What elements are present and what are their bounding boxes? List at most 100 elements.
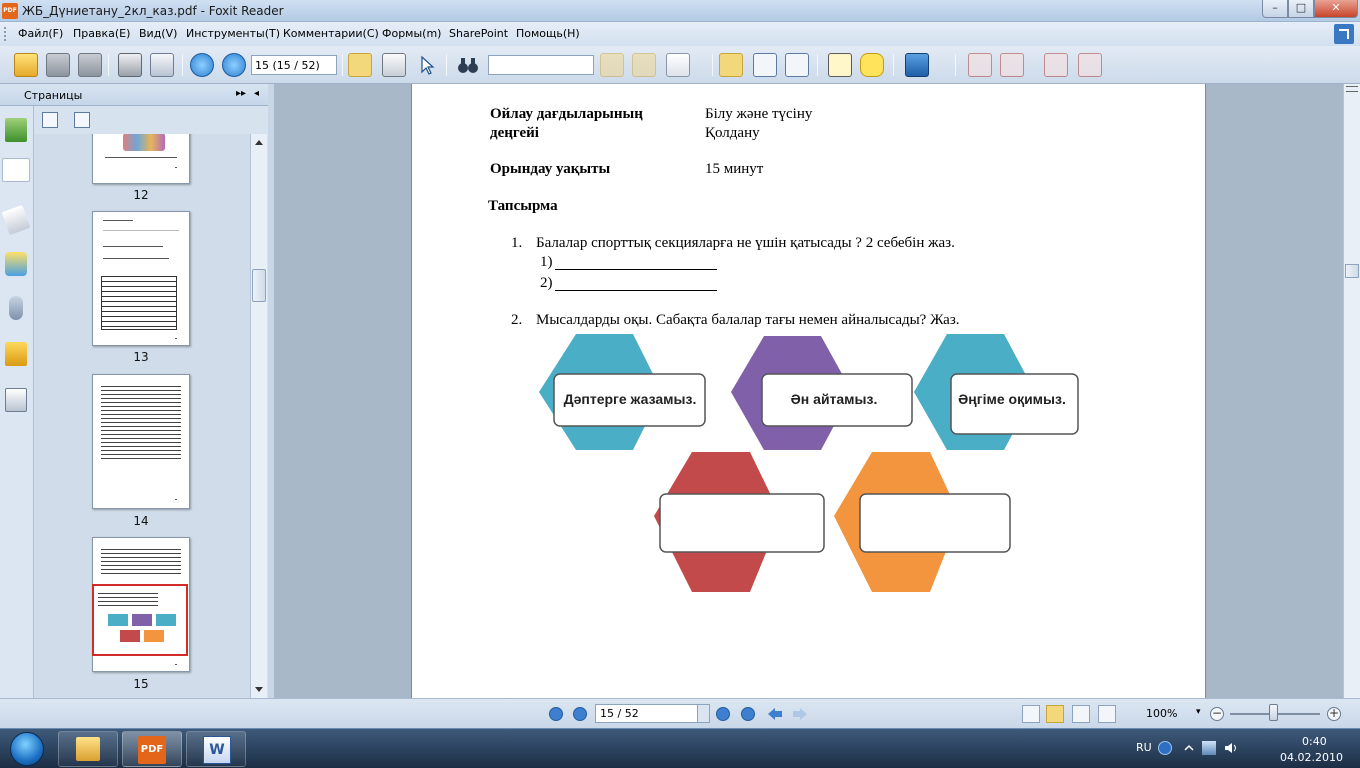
single-page-layout-icon[interactable] xyxy=(1022,705,1040,723)
zoom-slider-handle[interactable] xyxy=(1269,704,1278,721)
taskbar-word[interactable]: W xyxy=(186,731,246,767)
thumbnail-page-12[interactable] xyxy=(92,134,190,184)
enlarge-thumbnails-icon[interactable] xyxy=(42,112,58,128)
status-page-selector[interactable]: 15 / 52 xyxy=(595,704,710,723)
start-button[interactable] xyxy=(2,730,54,768)
menu-tools[interactable]: Инструменты(T) xyxy=(186,27,280,40)
actual-size-icon[interactable] xyxy=(719,53,743,77)
note-icon[interactable] xyxy=(860,53,884,77)
continuous-layout-icon[interactable] xyxy=(1046,705,1064,723)
foxit-app-icon[interactable]: PDF xyxy=(2,3,18,19)
scroll-up-arrow-icon[interactable] xyxy=(255,140,263,145)
panel-collapse-button[interactable]: ◂ xyxy=(254,88,259,99)
document-view[interactable]: Ойлау дағдыларының деңгейі Білу және түс… xyxy=(274,84,1343,698)
save-as-icon[interactable] xyxy=(78,53,102,77)
find-input[interactable] xyxy=(488,55,594,75)
system-tray: RU 0:40 04.02.2010 xyxy=(1130,729,1360,768)
find-previous-icon[interactable] xyxy=(600,53,624,77)
word-icon: W xyxy=(203,736,231,764)
toolbar-separator xyxy=(342,54,343,76)
flag-icon[interactable] xyxy=(1202,741,1216,755)
last-page-icon[interactable] xyxy=(741,707,755,721)
thumbnail-page-14[interactable] xyxy=(92,374,190,509)
zoom-in-button[interactable]: + xyxy=(1327,707,1341,721)
chevron-down-icon[interactable] xyxy=(697,705,709,722)
maximize-button[interactable]: □ xyxy=(1288,0,1314,18)
split-view-handle[interactable] xyxy=(1346,86,1358,92)
volume-icon[interactable] xyxy=(1224,741,1238,755)
security-lock-icon[interactable] xyxy=(5,342,27,366)
language-indicator[interactable]: RU xyxy=(1136,741,1152,754)
restore-corner-icon[interactable] xyxy=(1334,24,1354,44)
toolbar-separator xyxy=(182,54,183,76)
next-page-icon[interactable] xyxy=(716,707,730,721)
continuous-facing-layout-icon[interactable] xyxy=(1098,705,1116,723)
pdf-combine-icon[interactable] xyxy=(1078,53,1102,77)
binoculars-icon[interactable] xyxy=(456,53,480,77)
panel-expand-button[interactable]: ▸▸ xyxy=(236,88,246,99)
menu-comments[interactable]: Комментарии(C) xyxy=(283,27,379,40)
typewriter-icon[interactable] xyxy=(666,53,690,77)
scrollbar-thumb[interactable] xyxy=(1345,264,1359,278)
text-tool-icon[interactable] xyxy=(828,53,852,77)
comments-icon[interactable] xyxy=(5,252,27,276)
pdf-export-icon[interactable] xyxy=(1044,53,1068,77)
layers-icon[interactable] xyxy=(1,204,31,236)
zoom-dropdown-icon[interactable]: ▾ xyxy=(1196,707,1201,717)
fit-width-icon[interactable] xyxy=(785,53,809,77)
toolbar: 15 (15 / 52) xyxy=(0,46,1360,84)
scroll-down-arrow-icon[interactable] xyxy=(255,687,263,692)
thumbnail-label: 13 xyxy=(133,350,149,364)
facing-layout-icon[interactable] xyxy=(1072,705,1090,723)
clock-date[interactable]: 04.02.2010 xyxy=(1280,751,1343,764)
print-icon[interactable] xyxy=(118,53,142,77)
taskbar-explorer[interactable] xyxy=(58,731,118,767)
document-scrollbar[interactable] xyxy=(1343,84,1360,698)
open-folder-icon[interactable] xyxy=(14,53,38,77)
go-forward-icon[interactable] xyxy=(792,707,808,721)
show-hidden-icons-icon[interactable] xyxy=(1182,741,1196,755)
taskbar-foxit-reader[interactable]: PDF xyxy=(122,731,182,767)
help-icon[interactable] xyxy=(1158,741,1172,755)
thumbnail-scrollbar[interactable] xyxy=(250,134,267,698)
go-back-icon[interactable] xyxy=(767,707,783,721)
menu-help[interactable]: Помощь(H) xyxy=(516,27,580,40)
fit-page-icon[interactable] xyxy=(753,53,777,77)
zoom-out-button[interactable]: − xyxy=(1210,707,1224,721)
menu-bar: Файл(F) Правка(E) Вид(V) Инструменты(T) … xyxy=(0,22,1360,46)
pdf-convert-icon[interactable] xyxy=(1000,53,1024,77)
previous-page-icon[interactable] xyxy=(190,53,214,77)
first-page-icon[interactable] xyxy=(549,707,563,721)
select-arrow-icon[interactable] xyxy=(414,53,438,77)
menu-grip xyxy=(4,27,7,41)
previous-page-icon[interactable] xyxy=(573,707,587,721)
menu-edit[interactable]: Правка(E) xyxy=(73,27,130,40)
clock-time[interactable]: 0:40 xyxy=(1302,735,1327,748)
close-button[interactable]: ✕ xyxy=(1314,0,1358,18)
email-icon[interactable] xyxy=(150,53,174,77)
thumbnail-page-15[interactable] xyxy=(92,537,190,672)
link-tool-icon[interactable] xyxy=(905,53,929,77)
next-page-icon[interactable] xyxy=(222,53,246,77)
select-text-icon[interactable] xyxy=(382,53,406,77)
toolbar-separator xyxy=(817,54,818,76)
pages-icon[interactable] xyxy=(2,158,30,182)
reduce-thumbnails-icon[interactable] xyxy=(74,112,90,128)
attachments-icon[interactable] xyxy=(9,296,23,320)
signatures-icon[interactable] xyxy=(5,388,27,412)
menu-view[interactable]: Вид(V) xyxy=(139,27,177,40)
bookmarks-icon[interactable] xyxy=(5,118,27,142)
menu-file[interactable]: Файл(F) xyxy=(18,27,63,40)
hand-tool-icon[interactable] xyxy=(348,53,372,77)
thumbnail-page-13[interactable] xyxy=(92,211,190,346)
zoom-level[interactable]: 100% xyxy=(1146,707,1177,720)
find-next-icon[interactable] xyxy=(632,53,656,77)
page-number-input[interactable]: 15 (15 / 52) xyxy=(251,55,337,75)
menu-forms[interactable]: Формы(m) xyxy=(382,27,441,40)
menu-sharepoint[interactable]: SharePoint xyxy=(449,27,508,40)
scrollbar-thumb[interactable] xyxy=(252,269,266,302)
save-icon[interactable] xyxy=(46,53,70,77)
minimize-button[interactable]: – xyxy=(1262,0,1288,18)
pdf-create-icon[interactable] xyxy=(968,53,992,77)
hex-label-2: Ән айтамыз. xyxy=(791,391,878,407)
